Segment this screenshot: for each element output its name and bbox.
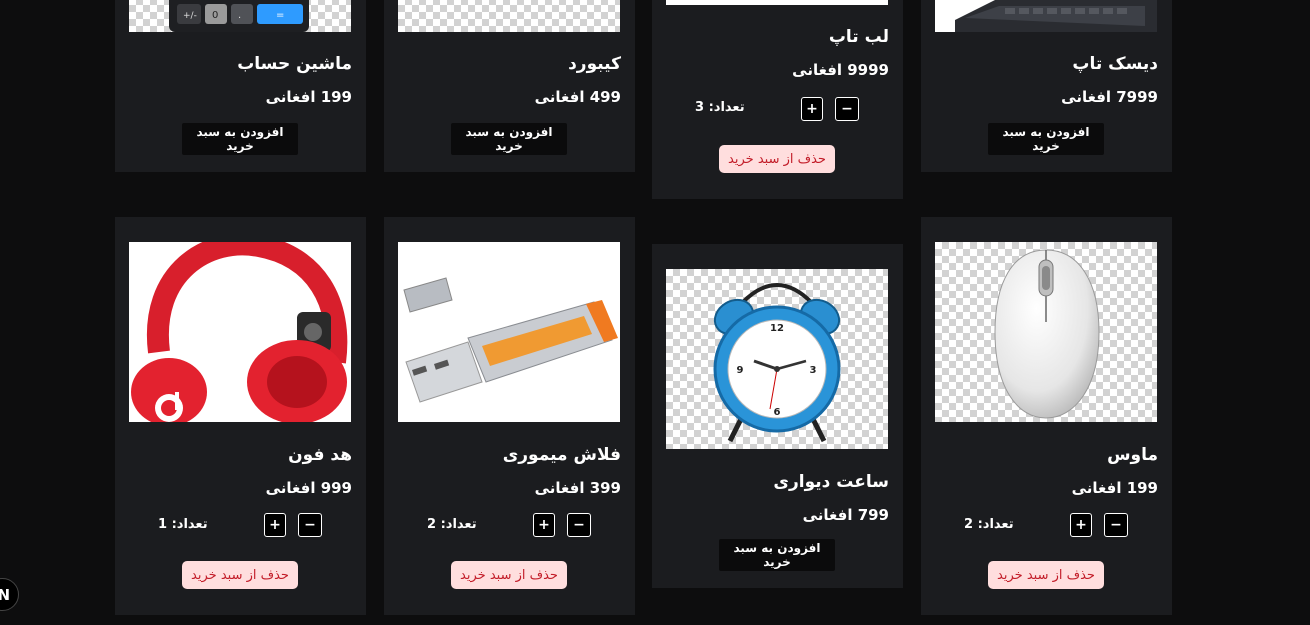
svg-text:.: . [238,10,241,21]
product-card-desktop: دیسک تاپ 7999 افغانی افزودن به سبد خرید [921,0,1172,172]
product-card-flash-memory: فلاش میموری 399 افغانی تعداد: 2 + − حذف … [384,217,635,615]
decrease-quantity-button[interactable]: − [835,97,859,121]
product-price: 799 افغانی [802,506,889,524]
remove-from-cart-button[interactable]: حذف از سبد خرید [182,561,298,589]
quantity-label: تعداد: 1 [158,517,208,532]
product-card-headphones: هد فون 999 افغانی تعداد: 1 + − حذف از سب… [115,217,366,615]
product-name: دیسک تاپ [1072,54,1158,74]
add-to-cart-button[interactable]: افزودن به سبد خرید [719,539,835,571]
laptop-image [666,0,888,5]
remove-from-cart-button[interactable]: حذف از سبد خرید [451,561,567,589]
mouse-image [935,242,1157,422]
add-to-cart-button[interactable]: افزودن به سبد خرید [182,123,298,155]
svg-text:6: 6 [774,407,781,418]
increase-quantity-button[interactable]: + [801,97,823,121]
svg-text:=: = [276,10,284,21]
add-to-cart-button[interactable]: افزودن به سبد خرید [451,123,567,155]
product-card-wall-clock: 12 3 6 9 ساعت دیواری 799 افغانی افزودن به … [652,244,903,588]
product-name: ماشین حساب [237,54,352,74]
headphones-image [129,242,351,422]
alarm-clock-image: 12 3 6 9 [666,269,888,449]
product-name: ساعت دیواری [773,472,889,492]
remove-from-cart-button[interactable]: حذف از سبد خرید [719,145,835,173]
product-price: 7999 افغانی [1061,88,1158,106]
svg-text:9: 9 [737,365,744,376]
product-card-mouse: ماوس 199 افغانی تعداد: 2 + − حذف از سبد … [921,217,1172,615]
svg-text:12: 12 [770,323,784,334]
decrease-quantity-button[interactable]: − [298,513,322,537]
svg-text:3: 3 [810,365,817,376]
increase-quantity-button[interactable]: + [533,513,555,537]
product-name: لب تاپ [828,27,889,47]
quantity-label: تعداد: 2 [427,517,477,532]
add-to-cart-button[interactable]: افزودن به سبد خرید [988,123,1104,155]
product-price: 999 افغانی [265,479,352,497]
badge-letter: N [0,585,10,604]
product-price: 199 افغانی [265,88,352,106]
decrease-quantity-button[interactable]: − [567,513,591,537]
product-price: 199 افغانی [1071,479,1158,497]
product-name: ماوس [1107,445,1158,465]
product-card-keyboard: کیبورد 499 افغانی افزودن به سبد خرید [384,0,635,172]
calculator-image: +/- 0 . = [129,0,351,32]
product-name: هد فون [288,445,352,465]
usb-flash-image [398,242,620,422]
keyboard-image [398,0,620,32]
product-card-laptop: لب تاپ 9999 افغانی تعداد: 3 + − حذف از س… [652,0,903,199]
quantity-label: تعداد: 3 [695,100,745,115]
remove-from-cart-button[interactable]: حذف از سبد خرید [988,561,1104,589]
floating-badge[interactable]: N [0,578,19,611]
product-name: کیبورد [568,54,621,74]
product-price: 9999 افغانی [792,61,889,79]
increase-quantity-button[interactable]: + [1070,513,1092,537]
svg-text:+/-: +/- [183,11,197,21]
quantity-label: تعداد: 2 [964,517,1014,532]
decrease-quantity-button[interactable]: − [1104,513,1128,537]
product-price: 399 افغانی [534,479,621,497]
svg-text:0: 0 [212,10,218,21]
product-card-calculator: +/- 0 . = ماشین حساب 199 افغانی افزودن ب… [115,0,366,172]
desktop-keyboard-image [935,0,1157,32]
product-name: فلاش میموری [502,445,621,465]
product-price: 499 افغانی [534,88,621,106]
increase-quantity-button[interactable]: + [264,513,286,537]
